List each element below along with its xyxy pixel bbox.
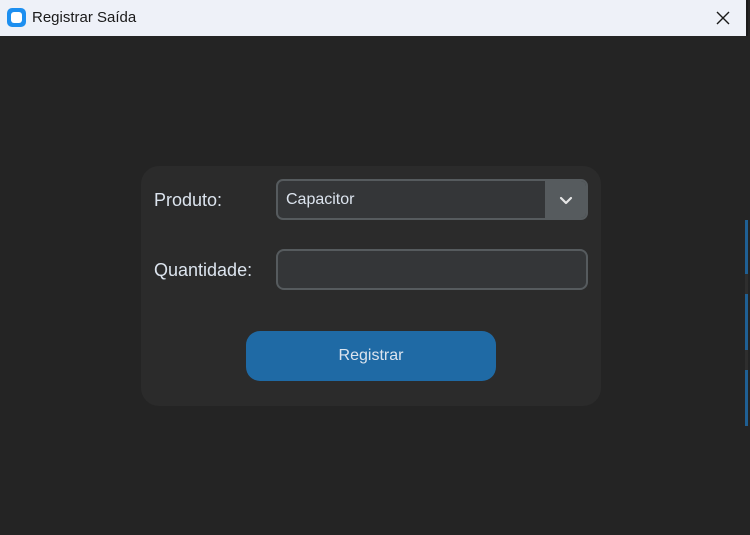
quantity-input[interactable] [276, 249, 588, 290]
window-content: Produto: Capacitor Quantidade: Registrar [0, 36, 748, 535]
window-title: Registrar Saída [32, 9, 137, 26]
title-bar: Registrar Saída [0, 0, 748, 36]
quantity-label: Quantidade: [154, 260, 253, 280]
close-icon [716, 11, 730, 25]
chevron-down-icon [559, 196, 572, 204]
background-panel-edge [745, 220, 748, 274]
background-panel-edge [745, 370, 748, 426]
background-panel-edge [745, 294, 748, 350]
background-panel-edge [745, 350, 748, 370]
product-selected-value: Capacitor [286, 191, 355, 208]
product-label: Produto: [154, 190, 223, 210]
exit-form-card: Produto: Capacitor Quantidade: Registrar [141, 166, 601, 406]
app-icon [7, 8, 26, 27]
app-window: Registrar Saída Produto: Capacitor Quant… [0, 0, 750, 535]
product-combobox[interactable]: Capacitor [276, 179, 588, 220]
product-dropdown-button[interactable] [545, 181, 586, 218]
close-button[interactable] [706, 2, 740, 34]
background-panel-edge [745, 274, 748, 294]
register-button[interactable]: Registrar [246, 331, 496, 381]
